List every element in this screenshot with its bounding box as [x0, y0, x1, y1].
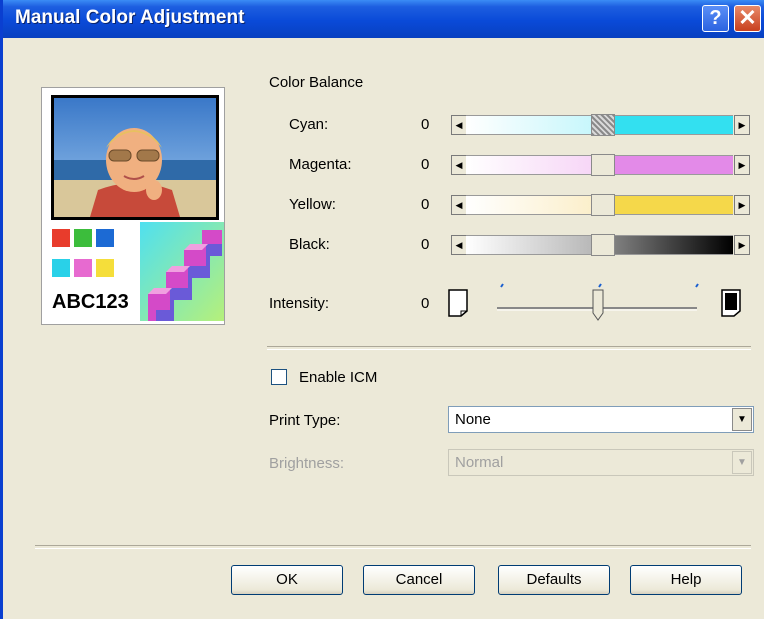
magenta-decrease-button[interactable]: ◀ — [451, 155, 467, 175]
cyan-decrease-button[interactable]: ◀ — [451, 115, 467, 135]
arrow-left-icon: ◀ — [455, 160, 463, 170]
intensity-label: Intensity: — [269, 295, 330, 312]
magenta-label: Magenta: — [289, 156, 352, 173]
stairs-graphic — [140, 222, 224, 321]
yellow-swatch — [96, 259, 114, 277]
magenta-value: 0 — [421, 156, 430, 173]
close-button[interactable]: ✕ — [734, 5, 761, 32]
preview-photo — [51, 95, 219, 220]
green-swatch — [74, 229, 92, 247]
magenta-slider-thumb[interactable] — [591, 154, 615, 176]
intensity-slider[interactable] — [491, 283, 701, 323]
arrow-right-icon: ▶ — [738, 120, 746, 130]
title-bar[interactable]: Manual Color Adjustment ? ✕ — [3, 0, 764, 38]
arrow-left-icon: ◀ — [455, 200, 463, 210]
magenta-increase-button[interactable]: ▶ — [734, 155, 750, 175]
print-type-select[interactable]: None ▼ — [448, 406, 754, 433]
blue-swatch — [96, 229, 114, 247]
dark-page-icon — [721, 289, 741, 317]
close-icon: ✕ — [738, 5, 757, 30]
arrow-right-icon: ▶ — [738, 160, 746, 170]
enable-icm-checkbox[interactable] — [271, 369, 287, 385]
dropdown-arrow-icon: ▼ — [737, 457, 747, 468]
enable-icm-label[interactable]: Enable ICM — [299, 369, 377, 386]
yellow-value: 0 — [421, 196, 430, 213]
sample-text: ABC123 — [52, 291, 129, 313]
dropdown-arrow-icon: ▼ — [737, 414, 747, 425]
brightness-value: Normal — [455, 454, 504, 471]
separator-top — [267, 346, 751, 350]
brightness-dropdown-button: ▼ — [732, 451, 752, 474]
cyan-swatch — [52, 259, 70, 277]
brightness-select: Normal ▼ — [448, 449, 754, 476]
black-label: Black: — [289, 236, 330, 253]
print-type-label: Print Type: — [269, 412, 341, 429]
arrow-right-icon: ▶ — [738, 240, 746, 250]
red-swatch — [52, 229, 70, 247]
cyan-value: 0 — [421, 116, 430, 133]
print-type-value: None — [455, 411, 491, 428]
arrow-left-icon: ◀ — [455, 240, 463, 250]
ok-button[interactable]: OK — [231, 565, 343, 595]
black-value: 0 — [421, 236, 430, 253]
help-button[interactable]: Help — [630, 565, 742, 595]
cyan-slider-thumb[interactable] — [591, 114, 615, 136]
defaults-button[interactable]: Defaults — [498, 565, 610, 595]
help-icon: ? — [709, 7, 722, 29]
magenta-swatch — [74, 259, 92, 277]
yellow-slider-thumb[interactable] — [591, 194, 615, 216]
intensity-value: 0 — [421, 295, 430, 312]
cancel-button[interactable]: Cancel — [363, 565, 475, 595]
print-type-dropdown-button[interactable]: ▼ — [732, 408, 752, 431]
intensity-slider-thumb[interactable] — [592, 289, 604, 321]
yellow-decrease-button[interactable]: ◀ — [451, 195, 467, 215]
black-increase-button[interactable]: ▶ — [734, 235, 750, 255]
arrow-left-icon: ◀ — [455, 120, 463, 130]
color-preview: ABC123 — [41, 87, 225, 325]
help-title-button[interactable]: ? — [702, 5, 729, 32]
black-decrease-button[interactable]: ◀ — [451, 235, 467, 255]
manual-color-adjustment-dialog: Manual Color Adjustment ? ✕ ABC123 Color… — [0, 0, 764, 619]
separator-bottom — [35, 545, 751, 549]
cyan-label: Cyan: — [289, 116, 329, 133]
light-page-icon — [448, 289, 468, 317]
black-slider-thumb[interactable] — [591, 234, 615, 256]
window-title: Manual Color Adjustment — [15, 7, 245, 28]
color-balance-heading: Color Balance — [269, 74, 364, 91]
arrow-right-icon: ▶ — [738, 200, 746, 210]
brightness-label: Brightness: — [269, 455, 345, 472]
yellow-increase-button[interactable]: ▶ — [734, 195, 750, 215]
yellow-label: Yellow: — [289, 196, 336, 213]
cyan-increase-button[interactable]: ▶ — [734, 115, 750, 135]
